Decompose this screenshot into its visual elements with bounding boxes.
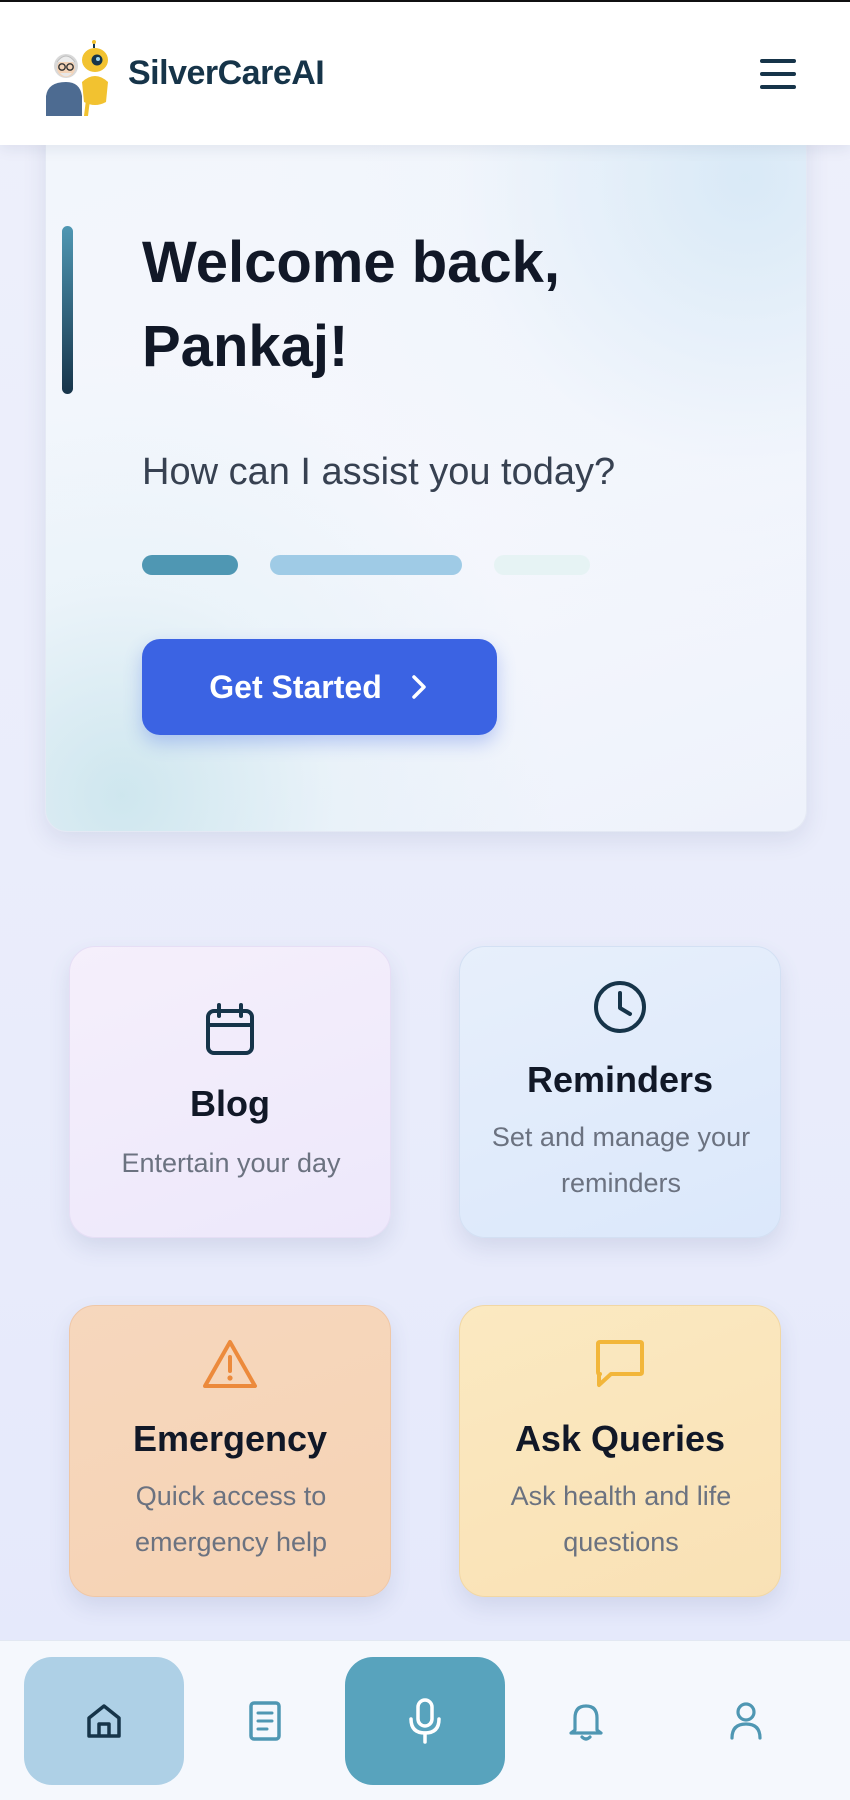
blog-card[interactable]: Blog Entertain your day (69, 946, 391, 1238)
warning-icon (203, 1340, 257, 1388)
microphone-icon (409, 1698, 441, 1744)
ask-queries-card[interactable]: Ask Queries Ask health and life question… (459, 1305, 781, 1597)
chevron-right-icon (411, 675, 426, 699)
progress-step-3 (494, 555, 590, 575)
app-header: SilverCareAI (0, 2, 850, 145)
welcome-card: Welcome back, Pankaj! How can I assist y… (45, 120, 807, 832)
emergency-card[interactable]: Emergency Quick access to emergency help (69, 1305, 391, 1597)
book-icon (249, 1701, 281, 1741)
calendar-icon (206, 1003, 254, 1055)
icon-wrap (460, 979, 780, 1035)
chat-icon (596, 1340, 644, 1387)
nav-profile[interactable] (666, 1657, 826, 1785)
home-icon (87, 1704, 121, 1738)
queries-title: Ask Queries (514, 1418, 726, 1459)
icon-wrap (70, 1338, 390, 1390)
menu-line (760, 59, 796, 63)
emergency-description: Quick access to emergency help (134, 1481, 328, 1557)
blog-description: Entertain your day (121, 1148, 341, 1178)
menu-line (760, 85, 796, 89)
queries-description: Ask health and life questions (510, 1481, 732, 1557)
clock-icon (594, 981, 646, 1033)
bottom-navigation (0, 1640, 850, 1800)
nav-voice-assistant[interactable] (345, 1657, 505, 1785)
get-started-button[interactable]: Get Started (142, 639, 497, 735)
logo[interactable] (42, 40, 120, 116)
progress-step-2 (270, 555, 462, 575)
blog-title: Blog (190, 1083, 270, 1124)
reminders-card[interactable]: Reminders Set and manage your reminders (459, 946, 781, 1238)
progress-step-1 (142, 555, 238, 575)
reminders-description: Set and manage your reminders (491, 1122, 751, 1198)
brand-name: SilverCareAI (128, 54, 325, 92)
emergency-title: Emergency (132, 1418, 328, 1459)
icon-wrap (70, 1003, 390, 1057)
bell-icon (569, 1704, 603, 1741)
hamburger-menu-button[interactable] (752, 54, 802, 94)
assist-subtitle: How can I assist you today? (142, 451, 616, 493)
accent-bar (62, 226, 73, 394)
nav-notifications[interactable] (506, 1657, 666, 1785)
nav-home[interactable] (24, 1657, 184, 1785)
icon-wrap (460, 1338, 780, 1390)
menu-line (760, 72, 796, 76)
welcome-heading: Welcome back, Pankaj! (142, 230, 561, 379)
user-icon (730, 1702, 762, 1740)
nav-blog[interactable] (185, 1657, 345, 1785)
get-started-label: Get Started (209, 668, 382, 705)
reminders-title: Reminders (526, 1059, 714, 1100)
